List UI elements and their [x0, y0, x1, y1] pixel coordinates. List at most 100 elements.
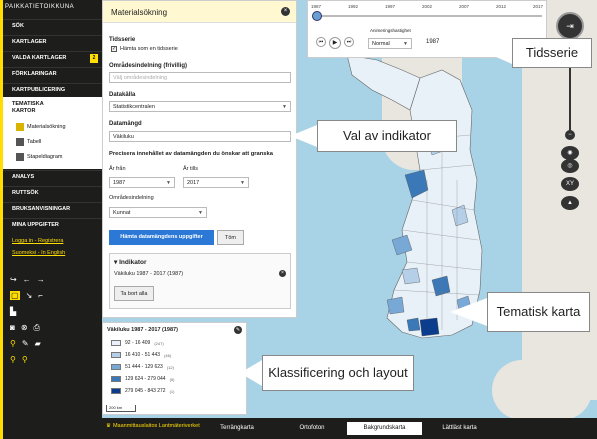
year-tick-label: 2007 — [459, 4, 470, 9]
sidebar-item-label: BRUKSANVISNINGAR — [12, 206, 71, 212]
legend-count: (5) — [169, 376, 175, 382]
sidebar-item-my-data[interactable]: MINA UPPGIFTER — [3, 218, 102, 231]
sidebar-item-map-publishing[interactable]: KARTPUBLICERING — [3, 83, 102, 96]
legend-count: (247) — [154, 340, 164, 346]
edit-legend-icon[interactable]: ✎ — [234, 326, 242, 334]
sidebar-item-table[interactable]: Tabell — [16, 138, 41, 146]
year-tick-label: 2017 — [533, 4, 544, 9]
auth-links: Logga in - Registrera — [12, 238, 63, 244]
draw-point-icon[interactable]: ✎ — [22, 339, 29, 348]
pan-icon[interactable]: ↪ — [10, 275, 17, 284]
thematic-maps-title[interactable]: TEMATISKA KARTOR — [12, 101, 62, 115]
callout-indicator: Val av indikator — [317, 120, 457, 152]
my-location-icon[interactable]: ◎ — [561, 159, 579, 173]
search-location-icon[interactable]: ⚲ — [10, 355, 16, 364]
nls-logo-icon: ♛ — [106, 423, 111, 429]
legend-range-label: 92 - 16 409 — [125, 340, 151, 346]
lang-finnish-link[interactable]: Suomeksi — [12, 250, 36, 256]
data-source-select[interactable]: Statistikcentralen ▼ — [109, 101, 291, 112]
sidebar-item-manuals[interactable]: BRUKSANVISNINGAR — [3, 202, 102, 215]
sidebar-item-data-search[interactable]: Materialsökning — [16, 123, 66, 131]
year-to-select[interactable]: 2017 ▼ — [183, 177, 249, 188]
chevron-down-icon: ▼ — [240, 180, 245, 186]
zoom-box-icon[interactable]: ▢ — [10, 291, 20, 300]
tool-row-4: ◙ ⊗ ⎙ — [10, 323, 40, 333]
dataset-select[interactable]: Väkiluku — [109, 131, 291, 142]
basemap-tab-easy-read[interactable]: Lättläst karta — [422, 422, 497, 435]
brand-logo[interactable]: PAIKKATIETOIKKUNA — [5, 4, 100, 16]
checkbox-checked-icon[interactable]: ✓ — [111, 46, 117, 52]
sidebar-item-search[interactable]: SÖK — [3, 19, 102, 32]
back-icon[interactable]: ← — [23, 275, 31, 284]
map-icon[interactable]: ▙ — [10, 307, 16, 316]
year-tick-label: 2002 — [422, 4, 433, 9]
year-from-value: 1987 — [113, 180, 126, 186]
layer-count-badge: 2 — [90, 54, 98, 63]
animation-speed-label: Animeringshastighet — [370, 28, 411, 33]
marker-icon[interactable]: ⚲ — [10, 339, 16, 348]
sidebar-item-selected-layers[interactable]: VALDA KARTLAGER 2 — [3, 51, 102, 64]
step-back-icon[interactable]: ⏮ — [316, 37, 326, 47]
legend-range-label: 279 045 - 843 272 — [125, 388, 166, 394]
sidebar-item-route-search[interactable]: RUTTSÖK — [3, 186, 102, 199]
sidebar-item-label: RUTTSÖK — [12, 190, 39, 196]
login-link[interactable]: Logga in — [12, 238, 33, 244]
legend-row: 92 - 16 409 (247) — [111, 340, 164, 346]
zoom-handle-icon[interactable]: ◉ — [561, 146, 579, 160]
area-division-label: Områdesindelning (frivillig) — [109, 63, 188, 69]
area-division2-select[interactable]: Kunnat ▼ — [109, 207, 207, 218]
area-division-select[interactable]: Välj områdesindelning — [109, 72, 291, 83]
print-icon[interactable]: ⎙ — [34, 323, 40, 333]
lang-english-link[interactable]: In English — [41, 250, 65, 256]
timeseries-slider-handle[interactable] — [312, 11, 322, 21]
chevron-down-icon: ▼ — [282, 104, 287, 110]
area-division-placeholder: Välj områdesindelning — [113, 75, 168, 81]
area-division2-label: Områdesindelning — [109, 195, 154, 201]
arrow-classification — [240, 360, 262, 386]
sidebar-item-legends[interactable]: FÖRKLARINGAR — [3, 67, 102, 80]
sidebar-item-analysis[interactable]: ANALYS — [3, 170, 102, 183]
zoom-out-icon[interactable]: − — [565, 130, 575, 140]
close-icon[interactable]: × — [281, 7, 290, 16]
year-tick-label: 1997 — [385, 4, 396, 9]
remove-all-button[interactable]: Ta bort alla — [114, 286, 154, 301]
dataset-label: Datamängd — [109, 121, 142, 127]
sidebar-item-map-layers[interactable]: KARTLAGER — [3, 35, 102, 48]
fetch-data-button[interactable]: Hämta datamängdens uppgifter — [109, 230, 214, 245]
tool-row-5: ⚲ ✎ ▰ — [10, 339, 41, 348]
scale-bar: 200 km — [106, 405, 136, 412]
legend-range-label: 129 624 - 279 044 — [125, 376, 166, 382]
forward-icon[interactable]: → — [37, 275, 45, 284]
register-link[interactable]: Registrera — [38, 238, 63, 244]
north-arrow-icon[interactable]: ▲ — [561, 196, 579, 210]
basemap-tab-orthophoto[interactable]: Ortofoton — [277, 422, 347, 435]
clear-button[interactable]: Töm — [217, 230, 244, 245]
sidebar-item-label: ANALYS — [12, 174, 35, 180]
step-forward-icon[interactable]: ⏭ — [344, 37, 354, 47]
play-icon[interactable]: ▶ — [329, 37, 341, 49]
year-from-select[interactable]: 1987 ▼ — [109, 177, 175, 188]
measure-line-icon[interactable]: ↘ — [26, 291, 33, 300]
sidebar-item-bar-chart[interactable]: Stapeldiagram — [16, 153, 62, 161]
chevron-down-icon: ▼ — [166, 180, 171, 186]
search-area-icon[interactable]: ⚲ — [22, 355, 28, 364]
coordinates-button[interactable]: XY — [561, 177, 579, 191]
timeseries-slider-track[interactable] — [316, 15, 542, 17]
timeseries-checkbox-row[interactable]: ✓ Hämta som en tidsserie — [111, 46, 178, 52]
indicator-heading[interactable]: ▾ Indikator — [114, 258, 147, 266]
link-icon[interactable]: ⊗ — [21, 323, 28, 333]
year-from-label: År från — [109, 166, 126, 172]
camera-icon[interactable]: ◙ — [10, 323, 15, 333]
chevron-down-icon: ▼ — [403, 41, 408, 47]
basemap-tab-background[interactable]: Bakgrundskarta — [347, 422, 422, 435]
compass-icon[interactable]: ⇥ — [556, 12, 584, 40]
measure-area-icon[interactable]: ⌐ — [38, 291, 43, 300]
draw-area-icon[interactable]: ▰ — [35, 339, 41, 348]
legend-row: 129 624 - 279 044 (5) — [111, 376, 174, 382]
animation-speed-select[interactable]: Normal ▼ — [368, 38, 412, 49]
legend-swatch — [111, 376, 121, 382]
basemap-tab-terrain[interactable]: Terrängkarta — [197, 422, 277, 435]
remove-indicator-icon[interactable]: × — [279, 270, 286, 277]
bar-chart-icon — [16, 153, 24, 161]
sidebar-thematic-section: TEMATISKA KARTOR Materialsökning Tabell … — [3, 97, 102, 169]
